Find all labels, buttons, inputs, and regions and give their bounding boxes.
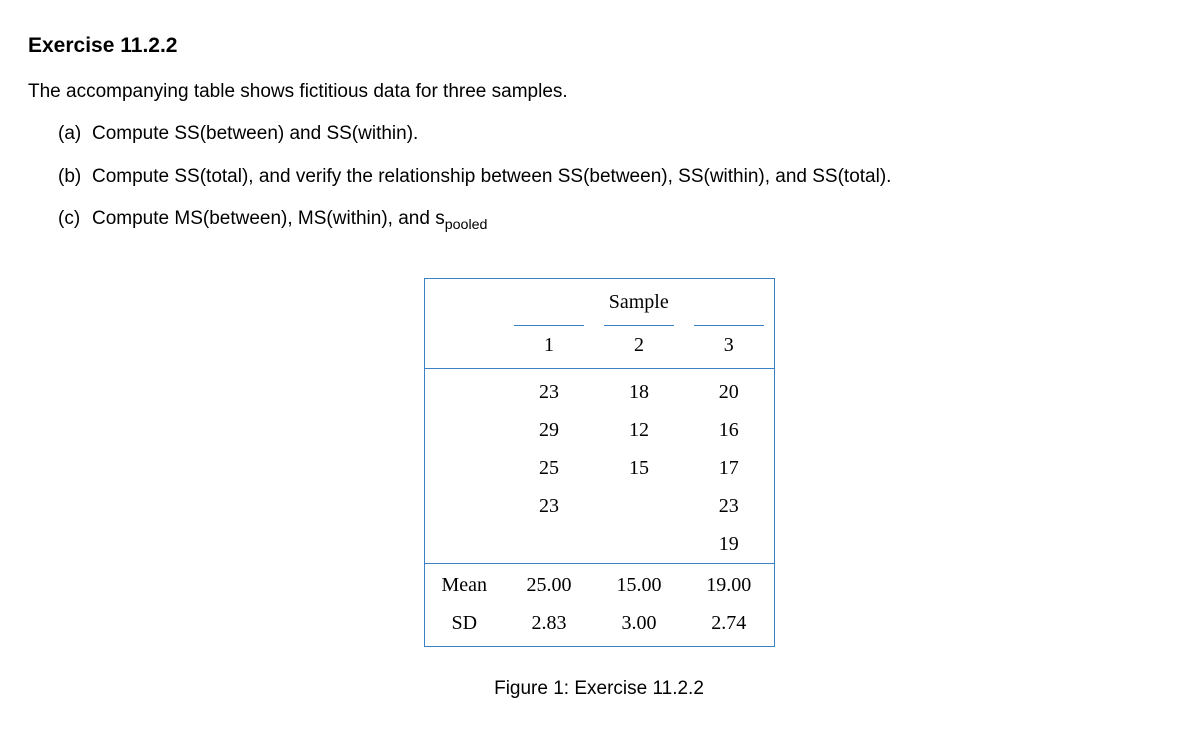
row-label — [424, 525, 504, 564]
exercise-item-c: (c) Compute MS(between), MS(within), and… — [58, 205, 1170, 236]
row-label-mean: Mean — [424, 564, 504, 605]
cell: 25 — [504, 449, 594, 487]
row-label — [424, 411, 504, 449]
row-label-sd: SD — [424, 604, 504, 647]
cell: 23 — [504, 487, 594, 525]
cell — [594, 525, 684, 564]
item-text: Compute SS(between) and SS(within). — [92, 120, 418, 149]
table-row: 29 12 16 — [424, 411, 774, 449]
item-text: Compute SS(total), and verify the relati… — [92, 163, 891, 192]
table-row: 23 23 — [424, 487, 774, 525]
exercise-container: Exercise 11.2.2 The accompanying table s… — [28, 30, 1170, 236]
cell: 20 — [684, 369, 774, 412]
exercise-list: (a) Compute SS(between) and SS(within). … — [28, 120, 1170, 236]
cell: 19.00 — [684, 564, 774, 605]
item-label: (a) — [58, 120, 92, 149]
item-text: Compute MS(between), MS(within), and spo… — [92, 205, 487, 236]
exercise-item-a: (a) Compute SS(between) and SS(within). — [58, 120, 1170, 149]
item-text-subscript: pooled — [445, 217, 488, 233]
table-row: 25 15 17 — [424, 449, 774, 487]
summary-row-mean: Mean 25.00 15.00 19.00 — [424, 564, 774, 605]
row-label — [424, 449, 504, 487]
cell — [594, 487, 684, 525]
cell: 2.74 — [684, 604, 774, 647]
header-sample: Sample — [504, 279, 774, 322]
item-label: (b) — [58, 163, 92, 192]
cell: 19 — [684, 525, 774, 564]
exercise-item-b: (b) Compute SS(total), and verify the re… — [58, 163, 1170, 192]
exercise-intro: The accompanying table shows fictitious … — [28, 78, 1170, 107]
figure-caption: Figure 1: Exercise 11.2.2 — [28, 675, 1170, 704]
subheader-empty — [424, 321, 504, 369]
cell: 2.83 — [504, 604, 594, 647]
row-label — [424, 487, 504, 525]
col-header-2: 2 — [594, 321, 684, 369]
table-row: 19 — [424, 525, 774, 564]
cell: 25.00 — [504, 564, 594, 605]
cell: 18 — [594, 369, 684, 412]
item-text-prefix: Compute MS(between), MS(within), and s — [92, 208, 445, 229]
col-header-3: 3 — [684, 321, 774, 369]
cell: 16 — [684, 411, 774, 449]
cell: 15.00 — [594, 564, 684, 605]
cell: 12 — [594, 411, 684, 449]
cell: 3.00 — [594, 604, 684, 647]
cell: 23 — [504, 369, 594, 412]
cell: 17 — [684, 449, 774, 487]
summary-row-sd: SD 2.83 3.00 2.74 — [424, 604, 774, 647]
cell: 29 — [504, 411, 594, 449]
row-label — [424, 369, 504, 412]
table-subheader-row: 1 2 3 — [424, 321, 774, 369]
item-label: (c) — [58, 205, 92, 236]
table-header-row: Sample — [424, 279, 774, 322]
col-header-1: 1 — [504, 321, 594, 369]
cell: 15 — [594, 449, 684, 487]
table-wrapper: Sample 1 2 3 23 18 20 29 12 16 — [28, 278, 1170, 647]
cell: 23 — [684, 487, 774, 525]
header-empty — [424, 279, 504, 322]
cell — [504, 525, 594, 564]
table-row: 23 18 20 — [424, 369, 774, 412]
data-table: Sample 1 2 3 23 18 20 29 12 16 — [424, 278, 775, 647]
exercise-title: Exercise 11.2.2 — [28, 30, 1170, 62]
